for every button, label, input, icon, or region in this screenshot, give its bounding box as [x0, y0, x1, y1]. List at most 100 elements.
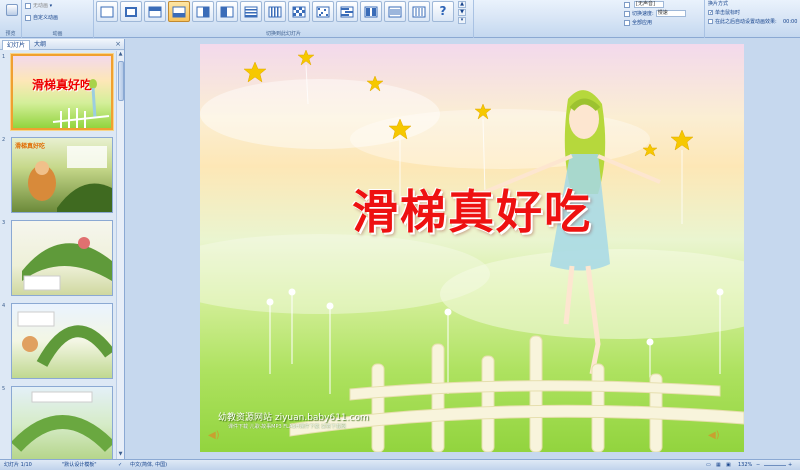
panel-tabs: 幻灯片 大纲 × — [0, 39, 124, 50]
custom-animation-icon — [25, 14, 31, 21]
thumbnail-art — [52, 79, 110, 128]
scroll-down-icon[interactable]: ▼ — [117, 451, 124, 459]
animation-group-label: 动画 — [52, 31, 63, 37]
thumbnails-list: 1 滑梯真好吃 2 滑梯真好吃 3 4 5 — [0, 51, 116, 459]
transition-sound-row: [无声音] — [624, 1, 664, 9]
transition-lines-v-icon — [412, 6, 426, 18]
on-click-check-icon: ✓ — [708, 10, 714, 16]
apply-all-icon — [624, 19, 630, 26]
preview-button[interactable] — [0, 2, 24, 28]
auto-after-check-icon — [708, 19, 713, 24]
transition-blinds-h-button[interactable] — [240, 1, 262, 22]
speaker-icon-left[interactable]: ◀) — [208, 430, 220, 442]
gallery-scroll-down[interactable]: ▼ — [458, 9, 466, 16]
thumbnail-art — [17, 311, 112, 367]
zoom-level[interactable]: 132% — [738, 460, 752, 470]
slide-number: 4 — [2, 303, 6, 309]
theme-name: "默认设计模板" — [62, 462, 97, 468]
preview-label: 预览 — [5, 31, 16, 37]
animation-dropdown[interactable]: 无动画 ▾ — [25, 2, 52, 10]
transition-blinds-v-icon — [268, 6, 282, 18]
slide-number: 3 — [2, 220, 6, 226]
transition-none-icon — [100, 6, 114, 18]
speed-icon — [624, 10, 630, 17]
help-button[interactable]: ? — [432, 1, 454, 22]
slide-number: 2 — [2, 137, 6, 143]
sorter-view-icon[interactable]: ▦ — [716, 460, 721, 470]
current-slide[interactable]: 滑梯真好吃 幼教资源网站 ziyuan.baby611.com 课件下载 儿歌·… — [200, 44, 744, 452]
transition-comb-icon — [340, 6, 354, 18]
transition-lines-h-icon — [388, 6, 402, 18]
scrollbar-thumb[interactable] — [118, 61, 124, 101]
transition-group-label: 切换到此幻灯片 — [265, 31, 301, 37]
transition-cover-button[interactable] — [192, 1, 214, 22]
zoom-out-icon[interactable]: − — [756, 460, 760, 470]
spellcheck-icon[interactable]: ✓ — [118, 460, 122, 470]
preview-icon — [6, 4, 18, 16]
transition-fade-button[interactable] — [120, 1, 142, 22]
transition-options-group: [无声音] 切换速度: 慢速 全部应用 — [620, 0, 705, 38]
transition-speed-dropdown[interactable]: 慢速 — [655, 10, 686, 17]
transition-checker-button[interactable] — [288, 1, 310, 22]
transition-strips-icon — [364, 6, 378, 18]
transition-wipe-down-icon — [148, 6, 162, 18]
slide-thumbnail-1[interactable]: 滑梯真好吃 — [11, 54, 113, 130]
gallery-scroll-up[interactable]: ▲ — [458, 1, 466, 8]
transition-comb-button[interactable] — [336, 1, 358, 22]
transition-lines-v-button[interactable] — [408, 1, 430, 22]
thumbnail-art — [28, 146, 112, 212]
slide-thumbnail-3[interactable] — [11, 220, 113, 296]
panel-close-icon[interactable]: × — [115, 40, 121, 48]
auto-time-field[interactable]: 00:00 — [783, 18, 797, 26]
transition-none-button[interactable] — [96, 1, 118, 22]
transition-wipe-down-button[interactable] — [144, 1, 166, 22]
transition-dissolve-button[interactable] — [312, 1, 334, 22]
language-indicator: 中文(简体, 中国) — [130, 462, 168, 468]
zoom-slider[interactable] — [764, 465, 786, 466]
animation-icon — [25, 2, 31, 9]
slide-editing-area: 滑梯真好吃 幼教资源网站 ziyuan.baby611.com 课件下载 儿歌·… — [126, 39, 800, 459]
slideshow-view-icon[interactable]: ▣ — [726, 460, 731, 470]
normal-view-icon[interactable]: ▭ — [706, 460, 711, 470]
preview-group: 预览 — [0, 0, 22, 38]
ribbon: 预览 无动画 ▾ 自定义动画 动画 ? ▲ ▼ ▾ 切换到此幻灯片 [无声音] … — [0, 0, 800, 38]
transition-wipe-selected-button[interactable] — [168, 1, 190, 22]
thumbnail-art — [12, 391, 112, 452]
transition-blinds-v-button[interactable] — [264, 1, 286, 22]
scroll-up-icon[interactable]: ▲ — [117, 51, 124, 59]
slide-thumbnail-5[interactable] — [11, 386, 113, 459]
tab-slides[interactable]: 幻灯片 — [2, 40, 31, 50]
transition-push-button[interactable] — [216, 1, 238, 22]
thumbnails-scrollbar[interactable]: ▲ ▼ — [116, 51, 124, 459]
transition-checker-icon — [292, 6, 306, 18]
footer-links-text: 课件下载 儿歌·故事MP3 FLASH课件下载 试卷下载网 — [228, 424, 347, 430]
custom-animation-button[interactable]: 自定义动画 — [25, 14, 58, 22]
speaker-icon-right[interactable]: ◀) — [708, 430, 720, 442]
slide-title[interactable]: 滑梯真好吃 — [200, 176, 744, 242]
slide-thumbnail-2[interactable]: 滑梯真好吃 — [11, 137, 113, 213]
slide-number: 1 — [2, 54, 6, 60]
advance-slide-label: 换片方式 — [708, 1, 729, 7]
status-bar: 幻灯片 1/10 "默认设计模板" ✓ 中文(简体, 中国) ▭ ▦ ▣ 132… — [0, 459, 800, 470]
slide-thumbnail-4[interactable] — [11, 303, 113, 379]
slide-number: 5 — [2, 386, 6, 392]
tab-outline[interactable]: 大纲 — [30, 40, 50, 50]
slide-count: 幻灯片 1/10 — [4, 462, 32, 468]
animation-group: 无动画 ▾ 自定义动画 动画 — [22, 0, 94, 38]
sound-icon — [624, 1, 630, 8]
transition-lines-h-button[interactable] — [384, 1, 406, 22]
advance-slide-group: 换片方式 ✓ 单击鼠标时 在此之后自动设置动画效果: 00:00 — [705, 0, 800, 38]
slide-background-art — [200, 49, 744, 452]
apply-all-button[interactable]: 全部应用 — [624, 19, 652, 27]
transition-wipe-icon — [172, 6, 186, 18]
zoom-in-icon[interactable]: + — [788, 460, 792, 470]
transition-blinds-h-icon — [244, 6, 258, 18]
auto-after-checkbox[interactable]: 在此之后自动设置动画效果: — [708, 18, 777, 26]
on-click-checkbox[interactable]: ✓ 单击鼠标时 — [708, 9, 740, 17]
transition-speed-row: 切换速度: 慢速 — [624, 10, 686, 18]
transition-strips-button[interactable] — [360, 1, 382, 22]
transition-dissolve-icon — [316, 6, 330, 18]
transition-sound-dropdown[interactable]: [无声音] — [634, 1, 664, 8]
gallery-more-button[interactable]: ▾ — [458, 17, 466, 24]
slides-panel: 幻灯片 大纲 × 1 滑梯真好吃 2 滑梯真好吃 3 4 5 ▲ ▼ — [0, 39, 125, 459]
